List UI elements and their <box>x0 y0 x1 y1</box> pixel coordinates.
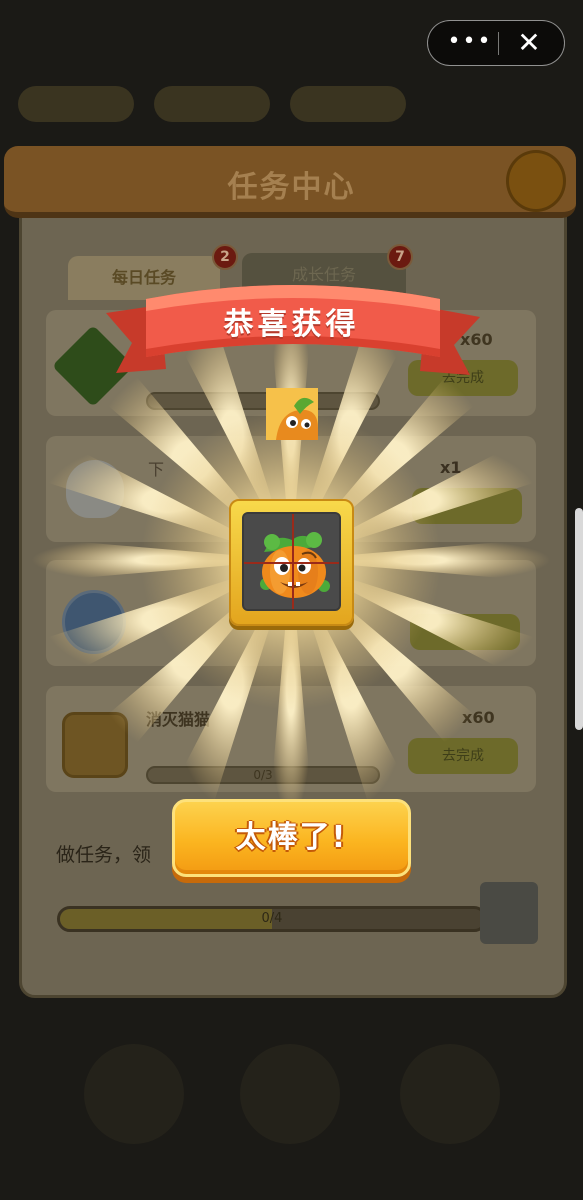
close-icon[interactable]: ✕ <box>512 27 546 59</box>
overall-progress-text: 0/4 <box>261 911 283 926</box>
puzzle-grid-line <box>244 562 339 564</box>
bottom-nav-3 <box>400 1044 500 1144</box>
bottom-nav-1 <box>84 1044 184 1144</box>
reward-item-frame <box>229 499 354 626</box>
bg-top-tab-3 <box>290 86 406 122</box>
more-dots-icon[interactable]: ••• <box>446 28 494 58</box>
scrollbar[interactable] <box>575 508 583 730</box>
cat-pet-icon <box>480 882 538 944</box>
orange-close-icon <box>506 150 566 212</box>
capsule-divider <box>498 32 499 55</box>
tab-growth-badge: 7 <box>387 244 413 270</box>
reward-item-slot <box>242 512 341 611</box>
miniprogram-capsule: ••• ✕ <box>427 20 565 66</box>
bg-top-tab-2 <box>154 86 270 122</box>
overall-progress-bar: 0/4 <box>57 906 487 932</box>
congrats-title: 恭喜获得 <box>223 307 360 342</box>
panel-title: 任务中心 <box>227 170 356 205</box>
pumpkin-piece-icon <box>266 388 318 440</box>
tab-daily-badge: 2 <box>212 244 238 270</box>
great-button[interactable]: 太棒了! <box>172 799 411 877</box>
bottom-nav-2 <box>240 1044 340 1144</box>
task-hint-text: 做任务，领 <box>56 844 152 866</box>
bg-top-tab-1 <box>18 86 134 122</box>
